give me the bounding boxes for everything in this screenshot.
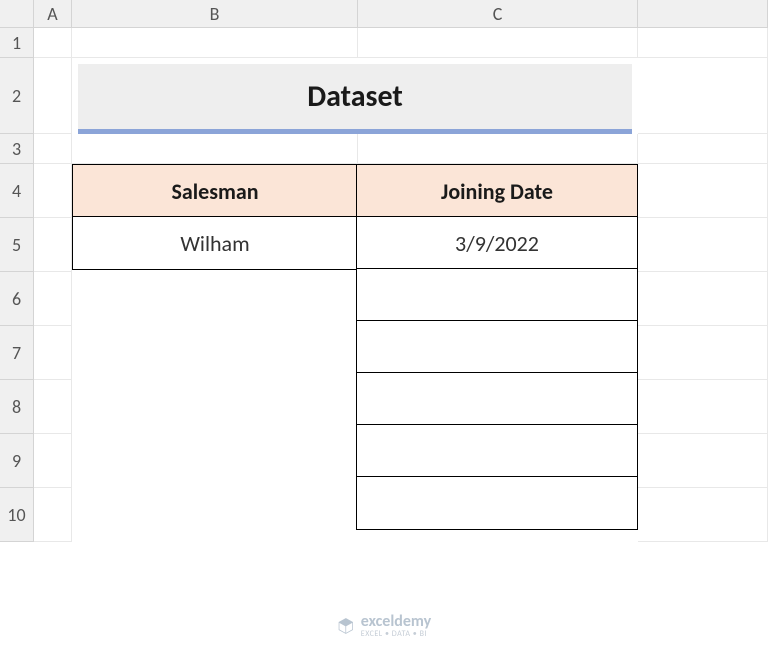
watermark: exceldemy EXCEL • DATA • BI: [337, 614, 431, 638]
cell-a10[interactable]: [34, 488, 72, 542]
select-all-corner[interactable]: [0, 0, 34, 28]
cell-d7[interactable]: [638, 326, 768, 380]
header-salesman[interactable]: Salesman: [72, 164, 358, 218]
cube-icon: [337, 617, 355, 635]
cell-a9[interactable]: [34, 434, 72, 488]
col-header-c[interactable]: C: [358, 0, 638, 28]
header-joining-date[interactable]: Joining Date: [356, 164, 638, 218]
watermark-sub: EXCEL • DATA • BI: [361, 630, 431, 638]
col-header-a[interactable]: A: [34, 0, 72, 28]
cell-a7[interactable]: [34, 326, 72, 380]
cell-d9[interactable]: [638, 434, 768, 488]
cell-c7[interactable]: [356, 320, 638, 374]
cell-salesman-value[interactable]: Wilham: [72, 216, 358, 270]
cell-b3[interactable]: [72, 134, 358, 164]
cell-c10[interactable]: [356, 476, 638, 530]
cell-d5[interactable]: [638, 218, 768, 272]
row-header-10[interactable]: 10: [0, 488, 34, 542]
row-header-4[interactable]: 4: [0, 164, 34, 218]
cell-d8[interactable]: [638, 380, 768, 434]
row-header-3[interactable]: 3: [0, 134, 34, 164]
cell-a5[interactable]: [34, 218, 72, 272]
row-header-1[interactable]: 1: [0, 28, 34, 58]
row-header-9[interactable]: 9: [0, 434, 34, 488]
cell-a8[interactable]: [34, 380, 72, 434]
cell-c1[interactable]: [358, 28, 638, 58]
cell-a1[interactable]: [34, 28, 72, 58]
cell-d6[interactable]: [638, 272, 768, 326]
cell-c3[interactable]: [358, 134, 638, 164]
cell-c8[interactable]: [356, 372, 638, 426]
cell-d2[interactable]: [638, 58, 768, 134]
dataset-title: Dataset: [78, 64, 632, 134]
cell-c9[interactable]: [356, 424, 638, 478]
watermark-main: exceldemy: [361, 614, 431, 630]
col-header-b[interactable]: B: [72, 0, 358, 28]
row-header-5[interactable]: 5: [0, 218, 34, 272]
row-header-2[interactable]: 2: [0, 58, 34, 134]
spreadsheet-grid: A B C 1 2 Dataset 3 4 5 6 7 8 9 10 Sales…: [0, 0, 768, 542]
cell-d1[interactable]: [638, 28, 768, 58]
col-header-d[interactable]: [638, 0, 768, 28]
cell-d4[interactable]: [638, 164, 768, 218]
cell-joining-date-value[interactable]: 3/9/2022: [356, 216, 638, 270]
cell-d10[interactable]: [638, 488, 768, 542]
cell-a6[interactable]: [34, 272, 72, 326]
cell-a2[interactable]: [34, 58, 72, 134]
cell-a3[interactable]: [34, 134, 72, 164]
row-header-7[interactable]: 7: [0, 326, 34, 380]
cell-c6[interactable]: [356, 268, 638, 322]
cell-b1[interactable]: [72, 28, 358, 58]
row-header-8[interactable]: 8: [0, 380, 34, 434]
row-header-6[interactable]: 6: [0, 272, 34, 326]
cell-d3[interactable]: [638, 134, 768, 164]
data-table: Salesman Joining Date Wilham 3/9/2022: [72, 164, 638, 542]
cell-a4[interactable]: [34, 164, 72, 218]
